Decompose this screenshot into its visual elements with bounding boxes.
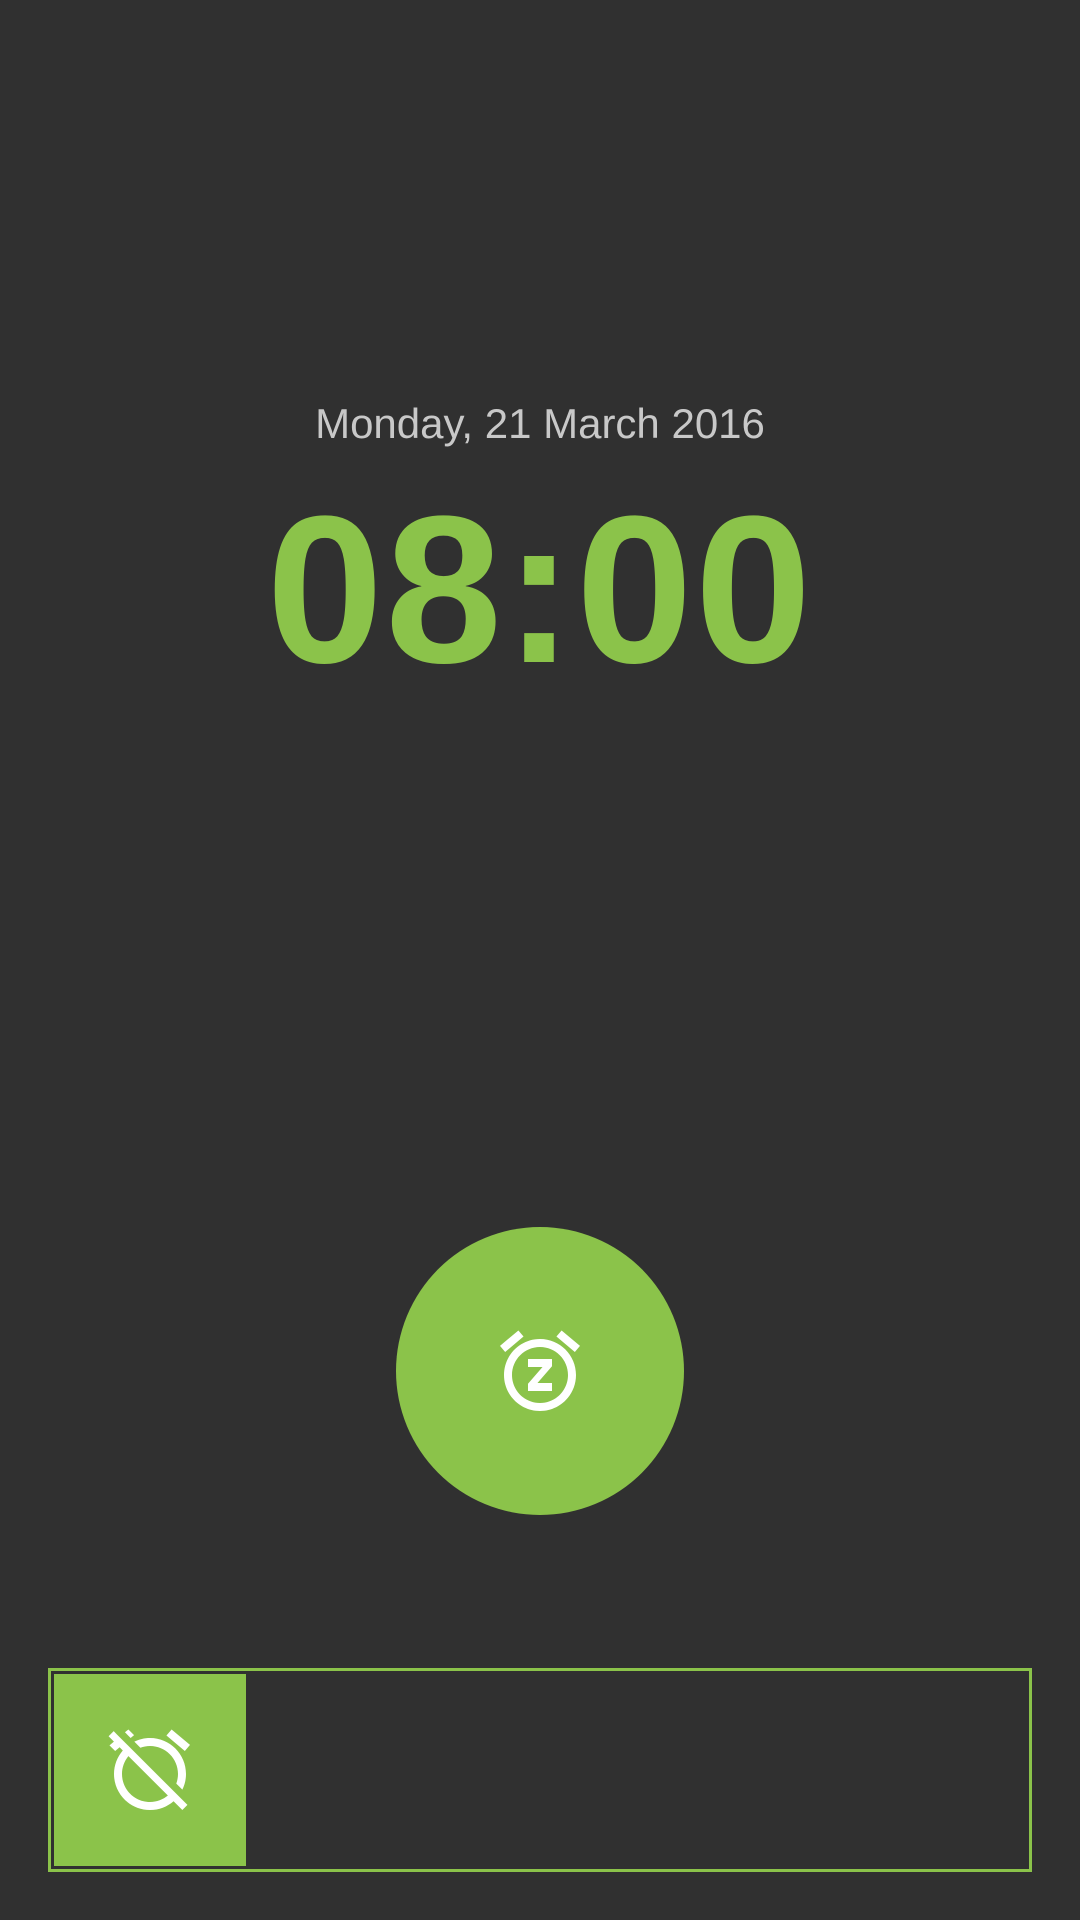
snooze-alarm-icon <box>500 1330 580 1411</box>
snooze-button[interactable] <box>396 1227 684 1515</box>
dismiss-slider[interactable] <box>48 1668 1032 1872</box>
alarm-time: 08:00 <box>266 472 814 707</box>
alarm-date: Monday, 21 March 2016 <box>315 400 765 447</box>
dismiss-slider-handle[interactable] <box>54 1674 246 1866</box>
alarm-off-icon <box>108 1729 190 1810</box>
